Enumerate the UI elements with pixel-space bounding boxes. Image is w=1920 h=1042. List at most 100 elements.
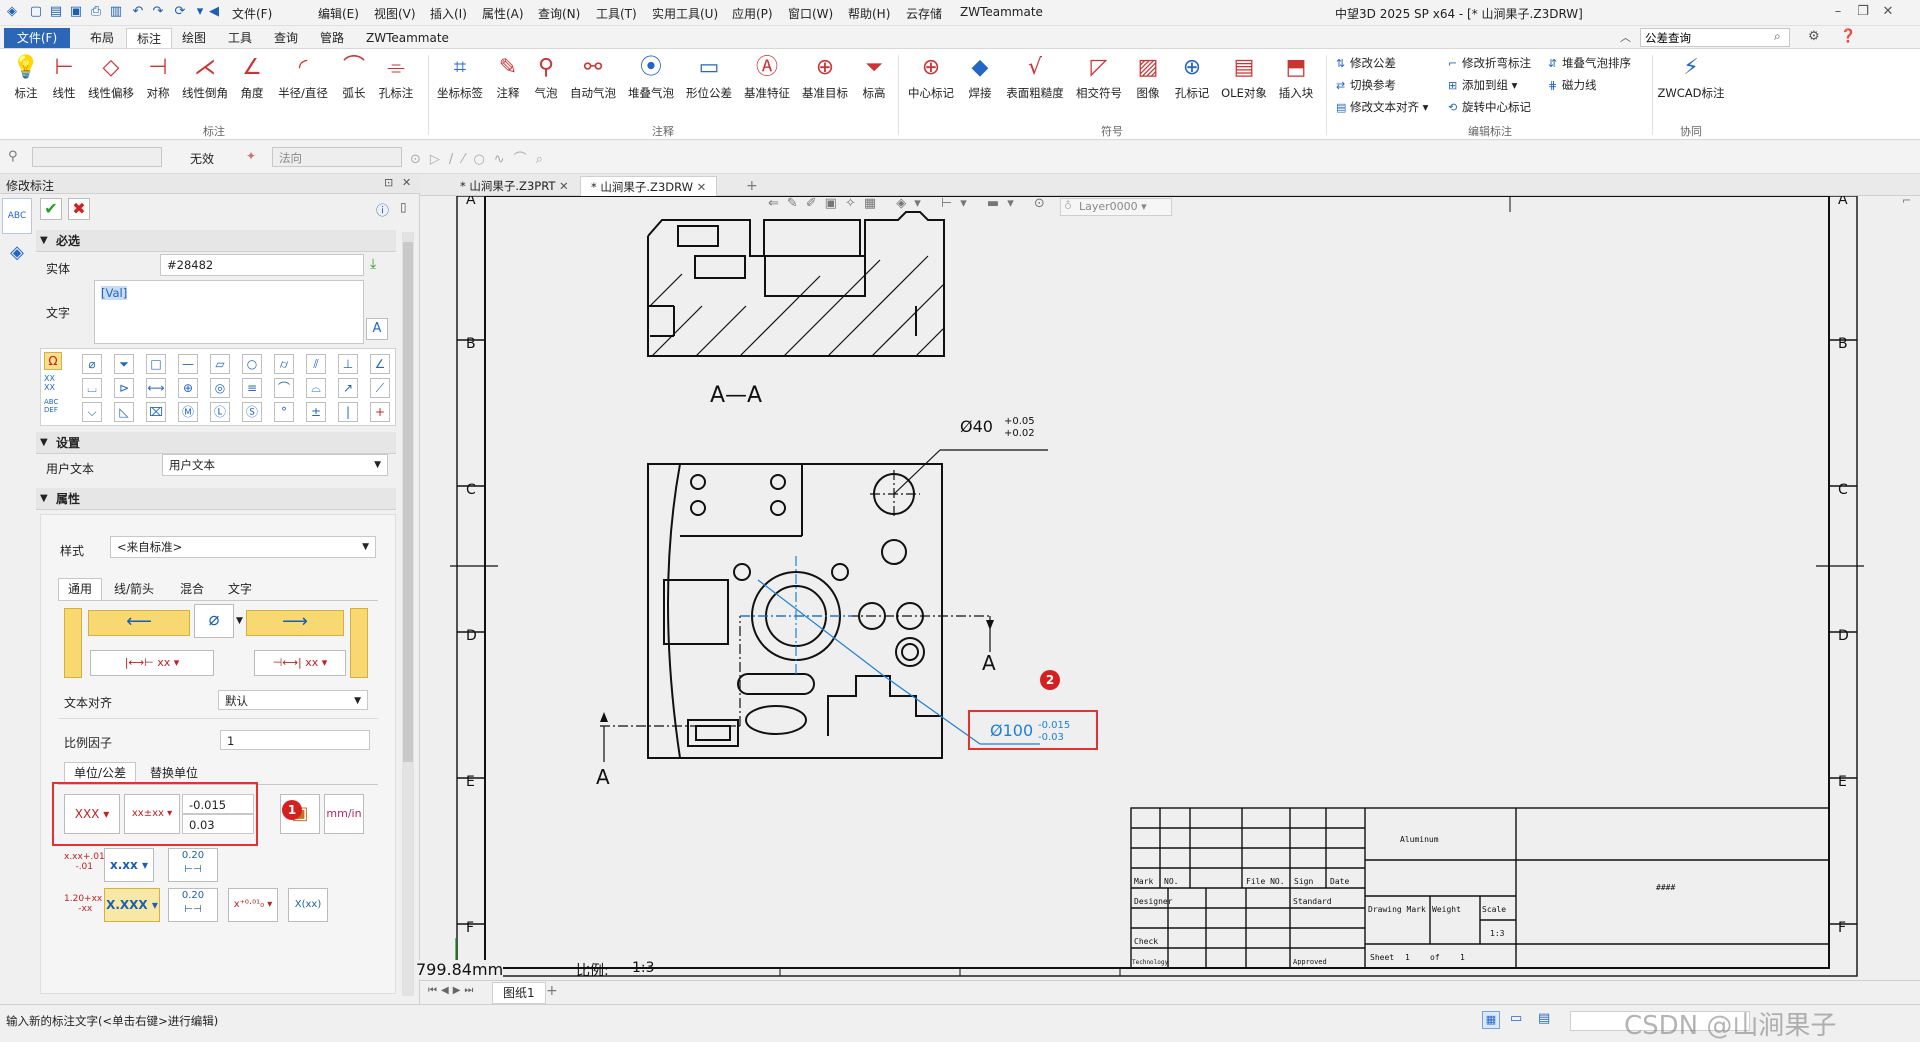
radius-diameter-button[interactable]: ◜ 半径/直径 [272, 53, 334, 101]
layer-select[interactable]: Layer0000 ▾ [1060, 198, 1172, 216]
taper-symbol-icon[interactable]: ⊳ [114, 378, 134, 398]
menu-view[interactable]: 视图(V) [374, 5, 416, 22]
doc-tab-part[interactable]: * 山涧果子.Z3PRT ✕ [450, 176, 579, 196]
text-height-select[interactable]: 0.20 ⊢⊣ [168, 848, 218, 882]
flat-symbol-icon[interactable]: — [178, 354, 198, 374]
sheet-nav-icon[interactable]: ⏮◀▶⏭ [428, 985, 477, 996]
tab-file[interactable]: 文件(F) [4, 28, 70, 48]
tab-alt-unit[interactable]: 替换单位 [150, 764, 198, 781]
print-icon[interactable]: ⎙ [88, 4, 104, 20]
close-window-icon[interactable]: ✕ [1880, 4, 1896, 20]
fraction-icon[interactable]: XX XX [44, 374, 55, 392]
menu-help[interactable]: 帮助(H) [848, 5, 890, 22]
menu-cloud[interactable]: 云存储 [906, 5, 942, 22]
entity-field[interactable]: #28482 [160, 254, 364, 276]
filter-select[interactable] [32, 147, 162, 167]
add-sheet-icon[interactable]: + [546, 983, 558, 999]
tab-layout[interactable]: 布局 [80, 28, 124, 48]
perpendicular-symbol-icon[interactable]: ⊥ [338, 354, 358, 374]
download-arrow-icon[interactable]: ⤓ [370, 256, 376, 272]
new-file-icon[interactable]: ▢ [28, 4, 44, 20]
image-button[interactable]: ▨ 图像 [1130, 53, 1166, 101]
snap-tools-icon[interactable]: ⊙▷/⁄○∿⌒⌕ [410, 148, 552, 167]
arc-length-button[interactable]: ⌒ 弧长 [336, 53, 372, 101]
close-tab-icon[interactable]: ✕ [697, 180, 707, 194]
direction-select[interactable]: 法向 [272, 147, 402, 167]
symmetry-symbol-icon[interactable]: ≡ [242, 378, 262, 398]
datum-feature-button[interactable]: Ⓐ 基准特征 [740, 53, 794, 101]
doc-icon[interactable]: ▯ [400, 200, 407, 214]
lmc-symbol-icon[interactable]: Ⓛ [210, 402, 230, 422]
gear-icon[interactable]: ⚙ [1808, 29, 1820, 44]
min-icon[interactable]: – [1830, 4, 1846, 20]
section-settings[interactable]: ▼ 设置 [36, 432, 396, 454]
menu-tools[interactable]: 工具(T) [596, 5, 637, 22]
precision-select[interactable]: x.xx ▾ [104, 848, 154, 882]
menu-insert[interactable]: 插入(I) [430, 5, 467, 22]
scale-factor-field[interactable]: 1 [220, 730, 370, 750]
close-tab-icon[interactable]: ✕ [559, 179, 569, 193]
rotate-center-mark-button[interactable]: ⟲ 旋转中心标记 [1448, 99, 1531, 115]
stack-balloon-sort-button[interactable]: ⇵ 堆叠气泡排序 [1548, 55, 1631, 71]
print-preview-icon[interactable]: ▥ [108, 4, 124, 20]
projected-symbol-icon[interactable]: ⌧ [146, 402, 166, 422]
parallel-symbol-icon[interactable]: ⫽ [306, 354, 326, 374]
panel-scrollbar[interactable] [402, 232, 414, 996]
menu-query[interactable]: 查询(N) [538, 5, 580, 22]
omega-icon[interactable]: Ω [44, 352, 62, 370]
menu-window[interactable]: 窗口(W) [788, 5, 833, 22]
intersect-symbol-button[interactable]: ◸ 相交符号 [1072, 53, 1126, 101]
menu-apps[interactable]: 应用(P) [732, 5, 773, 22]
filter-icon[interactable]: ⚲ [8, 149, 18, 164]
coord-label-button[interactable]: ⌗ 坐标标签 [434, 53, 486, 101]
angularity-symbol-icon[interactable]: ∠ [370, 354, 390, 374]
style-select[interactable]: <来自标准> ▼ [110, 536, 376, 558]
tab-piping[interactable]: 管路 [310, 28, 354, 48]
right-extension-toggle[interactable] [350, 608, 368, 678]
datum-target-button[interactable]: ⊕ 基准目标 [798, 53, 852, 101]
hole-mark-button[interactable]: ⊕ 孔标记 [1170, 53, 1214, 101]
modify-text-align-button[interactable]: ▤ 修改文本对齐 ▾ [1336, 99, 1428, 115]
ref-paren-button[interactable]: X(xx) [288, 888, 328, 922]
menu-teammate[interactable]: ZWTeammate [960, 5, 1043, 19]
confirm-check-icon[interactable]: ✔ [40, 198, 62, 220]
countersink-symbol-icon[interactable]: ⌵ [82, 402, 102, 422]
tab-unit-tolerance[interactable]: 单位/公差 [64, 762, 136, 784]
parallelogram-symbol-icon[interactable]: ▱ [210, 354, 230, 374]
elevation-button[interactable]: ⏷ 标高 [856, 53, 892, 101]
profile-line-symbol-icon[interactable]: ⌒ [274, 378, 294, 398]
user-text-select[interactable]: 用户文本 ▼ [162, 454, 388, 476]
mmc-symbol-icon[interactable]: Ⓜ [178, 402, 198, 422]
right-arrow-button[interactable]: ⟶ [246, 610, 344, 636]
plus-symbol-icon[interactable]: + [370, 402, 390, 422]
auto-balloon-button[interactable]: ⚯ 自动气泡 [566, 53, 620, 101]
counterbore-symbol-icon[interactable]: ⌴ [82, 378, 102, 398]
plus-minus-symbol-icon[interactable]: ± [306, 402, 326, 422]
search-icon[interactable]: ⌕ [1774, 29, 1781, 44]
total-runout-symbol-icon[interactable]: ⟋ [370, 378, 390, 398]
add-to-group-button[interactable]: ⊞ 添加到组 ▾ [1448, 77, 1517, 93]
zwcad-dim-button[interactable]: ⚡ ZWCAD标注 [1656, 53, 1726, 101]
subtab-line-arrow[interactable]: 线/箭头 [114, 580, 154, 597]
tab-tools[interactable]: 工具 [218, 28, 262, 48]
menu-attribute[interactable]: 属性(A) [482, 5, 524, 22]
linear-chamfer-button[interactable]: ⋌ 线性倒角 [178, 53, 232, 101]
ole-object-button[interactable]: ▤ OLE对象 [1218, 53, 1270, 101]
view-tab-icon[interactable]: ◈ [4, 242, 30, 268]
limit-format-icon[interactable]: x.xx+.01 -.01 [64, 852, 105, 872]
save-icon[interactable]: ▣ [68, 4, 84, 20]
center-mark-button[interactable]: ⊕ 中心标记 [904, 53, 958, 101]
menu-edit[interactable]: 编辑(E) [318, 5, 359, 22]
abc-def-icon[interactable]: ABC DEF [44, 398, 58, 414]
diameter-symbol-button[interactable]: ⌀ [194, 604, 234, 638]
collapse-arrow-icon[interactable]: ︿ [1620, 29, 1631, 45]
help-icon[interactable]: ❓ [1840, 29, 1856, 44]
diameter-symbol-icon[interactable]: ⌀ [82, 354, 102, 374]
tab-query[interactable]: 查询 [264, 28, 308, 48]
circle-symbol-icon[interactable]: ○ [242, 354, 262, 374]
info-icon[interactable]: ⓘ [376, 200, 389, 219]
dim-style-left-select[interactable]: |⟷⊢ xx ▾ [90, 650, 214, 676]
subtab-mixed[interactable]: 混合 [180, 580, 204, 597]
insert-block-button[interactable]: ⬒ 插入块 [1274, 53, 1318, 101]
modify-bend-dim-button[interactable]: ⌐ 修改折弯标注 [1448, 55, 1531, 71]
